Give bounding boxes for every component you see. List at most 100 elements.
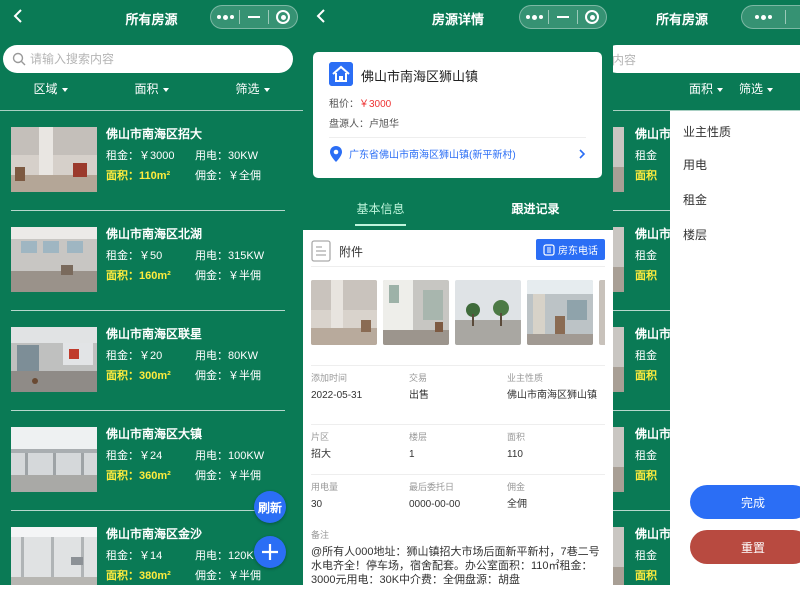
house-name: 佛山市南海区金沙 (106, 527, 203, 541)
house-icon (329, 62, 353, 86)
mini-program-capsule (519, 5, 607, 29)
house-list-item[interactable]: 佛山市南海区联星 租金：￥20 用电：80KW 面积：300m² 佣金：￥半佣 (0, 311, 303, 411)
chevron-right-icon (579, 148, 586, 159)
location-pin-icon (330, 145, 342, 162)
filter-more[interactable]: 筛选 (735, 80, 800, 100)
house-name: 佛山市南海区北湖 (106, 227, 203, 241)
rent-field: 租金：￥20 (106, 350, 163, 362)
filter-area[interactable]: 面积 (613, 80, 735, 100)
mini-program-capsule (210, 5, 298, 29)
house-name: 佛山市 (635, 227, 672, 241)
attachment-label: 附件 (339, 245, 364, 259)
more-icon[interactable] (520, 6, 548, 28)
tab-basic-info[interactable]: 基本信息 (303, 186, 458, 226)
info-row: 添加时间 2022-05-31 交易 出售 业主性质 佛山市南海区狮山镇 (311, 365, 605, 417)
power-field: 用电：100KW (195, 450, 265, 462)
filter-drawer: 业主性质 用电 租金 楼层 完成 重置 (670, 111, 800, 585)
area-field: 面积：110m² (106, 170, 171, 182)
house-name: 佛山市南海区联星 (106, 327, 203, 341)
rent-field: 租金：￥24 (106, 450, 163, 462)
info-cell: 业主性质 佛山市南海区狮山镇 (507, 373, 597, 401)
rent-field: 租金 (635, 550, 657, 562)
filter-region[interactable]: 区域 (0, 80, 101, 100)
plus-icon (262, 544, 278, 560)
house-detail-screen: 房源详情 佛山市南海区狮山镇 租价：￥3000 盘源人：卢旭华 广东省佛山市南海… (303, 0, 613, 585)
minimize-icon[interactable] (240, 6, 268, 28)
filter-drawer-screen: 所有房源 内容 面积 筛选 佛山市 租金 面积 佛山市 租金 面积 佛山市 租金 面积 佛山市 租金… (613, 0, 800, 585)
phone-icon (543, 243, 555, 256)
rent-field: 租金：￥50 (106, 250, 163, 262)
more-icon[interactable] (742, 6, 785, 28)
attachment-photo[interactable] (383, 280, 449, 345)
nav-bar: 房源详情 (303, 0, 613, 34)
caret-down-icon (61, 87, 68, 92)
filter-option-owner-type[interactable]: 业主性质 (683, 123, 731, 140)
location-text: 广东省佛山市南海区狮山镇(新平新村) (349, 150, 516, 161)
search-placeholder-tail: 内容 (613, 52, 637, 67)
tab-follow-up[interactable]: 跟进记录 (458, 186, 613, 226)
house-list-item[interactable]: 佛山市南海区招大 租金：￥3000 用电：30KW 面积：110m² 佣金：￥全佣 (0, 111, 303, 211)
info-row: 用电量 30 最后委托日 0000-00-00 佣金 全佣 (311, 474, 605, 526)
location-link[interactable]: 广东省佛山市南海区狮山镇(新平新村) (329, 137, 586, 169)
refresh-button[interactable]: 刷新 (254, 491, 286, 523)
caret-down-icon (767, 87, 774, 92)
info-cell: 佣金 全佣 (507, 482, 527, 510)
commission-field: 佣金：￥半佣 (195, 270, 261, 282)
area-field: 面积：380m² (106, 570, 171, 582)
close-target-icon[interactable] (578, 6, 606, 28)
filter-bar: 面积 筛选 (613, 80, 800, 100)
house-thumbnail (613, 327, 624, 392)
info-cell: 添加时间 2022-05-31 (311, 373, 363, 401)
house-name: 佛山市 (635, 427, 672, 441)
area-field: 面积 (635, 470, 657, 482)
attachment-photo[interactable] (527, 280, 593, 345)
house-name: 佛山市南海区招大 (106, 127, 203, 141)
info-row: 片区 招大 楼层 1 面积 110 (311, 424, 605, 476)
search-input[interactable] (30, 52, 270, 66)
attachment-photo[interactable] (455, 280, 521, 345)
detail-tabs: 基本信息 跟进记录 (303, 186, 613, 226)
attachment-photo[interactable] (311, 280, 377, 345)
area-field: 面积：160m² (106, 270, 171, 282)
rent-field: 租金 (635, 450, 657, 462)
document-icon (311, 240, 331, 262)
confirm-button[interactable]: 完成 (690, 485, 800, 519)
rent-field: 租金：￥14 (106, 550, 163, 562)
landlord-phone-button[interactable]: 房东电话 (536, 239, 605, 260)
info-cell: 用电量 30 (311, 482, 339, 510)
filter-more[interactable]: 筛选 (202, 80, 303, 100)
reset-button[interactable]: 重置 (690, 530, 800, 564)
filter-option-rent[interactable]: 租金 (683, 191, 707, 208)
more-icon[interactable] (211, 6, 239, 28)
filter-area[interactable]: 面积 (101, 80, 202, 100)
add-house-button[interactable] (254, 536, 286, 568)
remark-section: 备注 @所有人000地址：狮山镇招大市场后面新平新村，7巷二号水电齐全！停车场，… (311, 528, 605, 585)
minimize-icon[interactable] (549, 6, 577, 28)
filter-option-floor[interactable]: 楼层 (683, 226, 707, 243)
minimize-icon[interactable] (786, 6, 800, 28)
power-field: 用电：80KW (195, 350, 258, 362)
house-thumbnail (11, 427, 97, 492)
owner-value: 卢旭华 (369, 119, 399, 130)
rent-field: 租金 (635, 350, 657, 362)
search-icon (12, 52, 26, 66)
search-bar[interactable]: 内容 (613, 45, 800, 73)
basic-info-panel: 附件 房东电话 添加时间 2022-05-31 交易 出售 业主性质 佛山市南海… (303, 230, 613, 585)
nav-bar: 所有房源 (0, 0, 303, 34)
attachment-photo[interactable] (599, 280, 605, 345)
house-list-item[interactable]: 佛山市南海区北湖 租金：￥50 用电：315KW 面积：160m² 佣金：￥半佣 (0, 211, 303, 311)
house-thumbnail (613, 127, 624, 192)
info-cell: 最后委托日 0000-00-00 (409, 482, 461, 510)
area-field: 面积：300m² (106, 370, 171, 382)
info-cell: 片区 招大 (311, 432, 331, 460)
price-value: ￥3000 (359, 99, 392, 110)
search-bar[interactable] (3, 45, 293, 73)
area-field: 面积 (635, 270, 657, 282)
caret-down-icon (162, 87, 169, 92)
house-thumbnail (11, 227, 97, 292)
house-thumbnail (613, 427, 624, 492)
filter-option-power[interactable]: 用电 (683, 156, 707, 173)
house-thumbnail (613, 527, 624, 585)
attachment-header: 附件 房东电话 (311, 237, 605, 267)
close-target-icon[interactable] (269, 6, 297, 28)
